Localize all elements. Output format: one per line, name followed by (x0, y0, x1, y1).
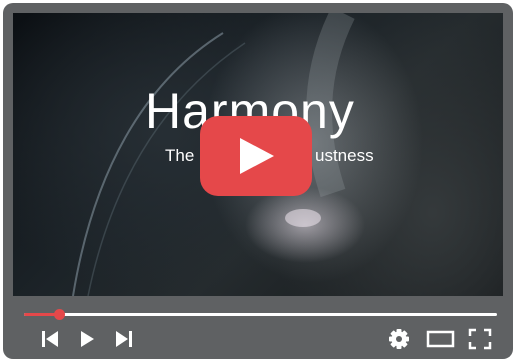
next-button[interactable] (113, 326, 135, 352)
skip-previous-icon (42, 331, 58, 347)
settings-button[interactable] (386, 326, 412, 352)
progress-bar[interactable] (24, 309, 497, 320)
theater-mode-button[interactable] (426, 326, 456, 352)
video-viewport[interactable]: Harmony The ustness (13, 13, 503, 296)
video-player: Harmony The ustness (3, 3, 513, 359)
progress-scrubber[interactable] (54, 309, 66, 320)
play-icon (240, 138, 274, 174)
play-button[interactable] (77, 326, 97, 352)
video-subtitle-left: The (165, 146, 195, 165)
big-play-button[interactable] (200, 116, 312, 196)
video-subtitle-right: ustness (315, 146, 374, 165)
play-icon (81, 331, 94, 347)
skip-next-icon (116, 331, 132, 347)
control-bar (3, 296, 513, 359)
theater-mode-icon (426, 330, 455, 348)
fullscreen-icon (468, 328, 492, 350)
previous-button[interactable] (40, 326, 60, 352)
fullscreen-button[interactable] (467, 326, 493, 352)
gear-icon (389, 329, 409, 349)
